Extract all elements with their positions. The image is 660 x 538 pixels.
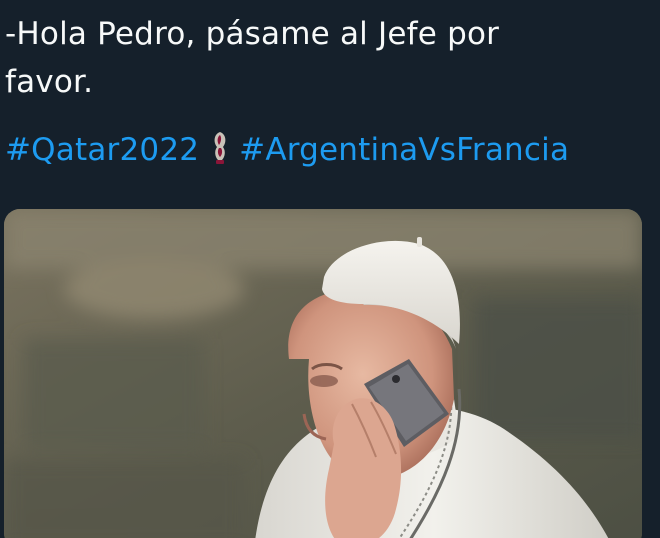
- hashtag-row: #Qatar2022 #ArgentinaVsFrancia: [5, 126, 645, 174]
- hashtag-qatar2022[interactable]: #Qatar2022: [5, 132, 199, 168]
- tweet-text: -Hola Pedro, pásame al Jefe por favor. #…: [5, 10, 645, 174]
- photo-person-on-phone: [4, 209, 642, 538]
- tweet-text-line-2: favor.: [5, 64, 94, 100]
- tweet-photo[interactable]: [4, 209, 642, 538]
- tweet-text-line-1: -Hola Pedro, pásame al Jefe por: [5, 16, 500, 52]
- tweet-card[interactable]: -Hola Pedro, pásame al Jefe por favor. #…: [0, 0, 660, 538]
- trophy-icon: [209, 130, 231, 166]
- hashtag-argentina-vs-francia[interactable]: #ArgentinaVsFrancia: [239, 132, 569, 168]
